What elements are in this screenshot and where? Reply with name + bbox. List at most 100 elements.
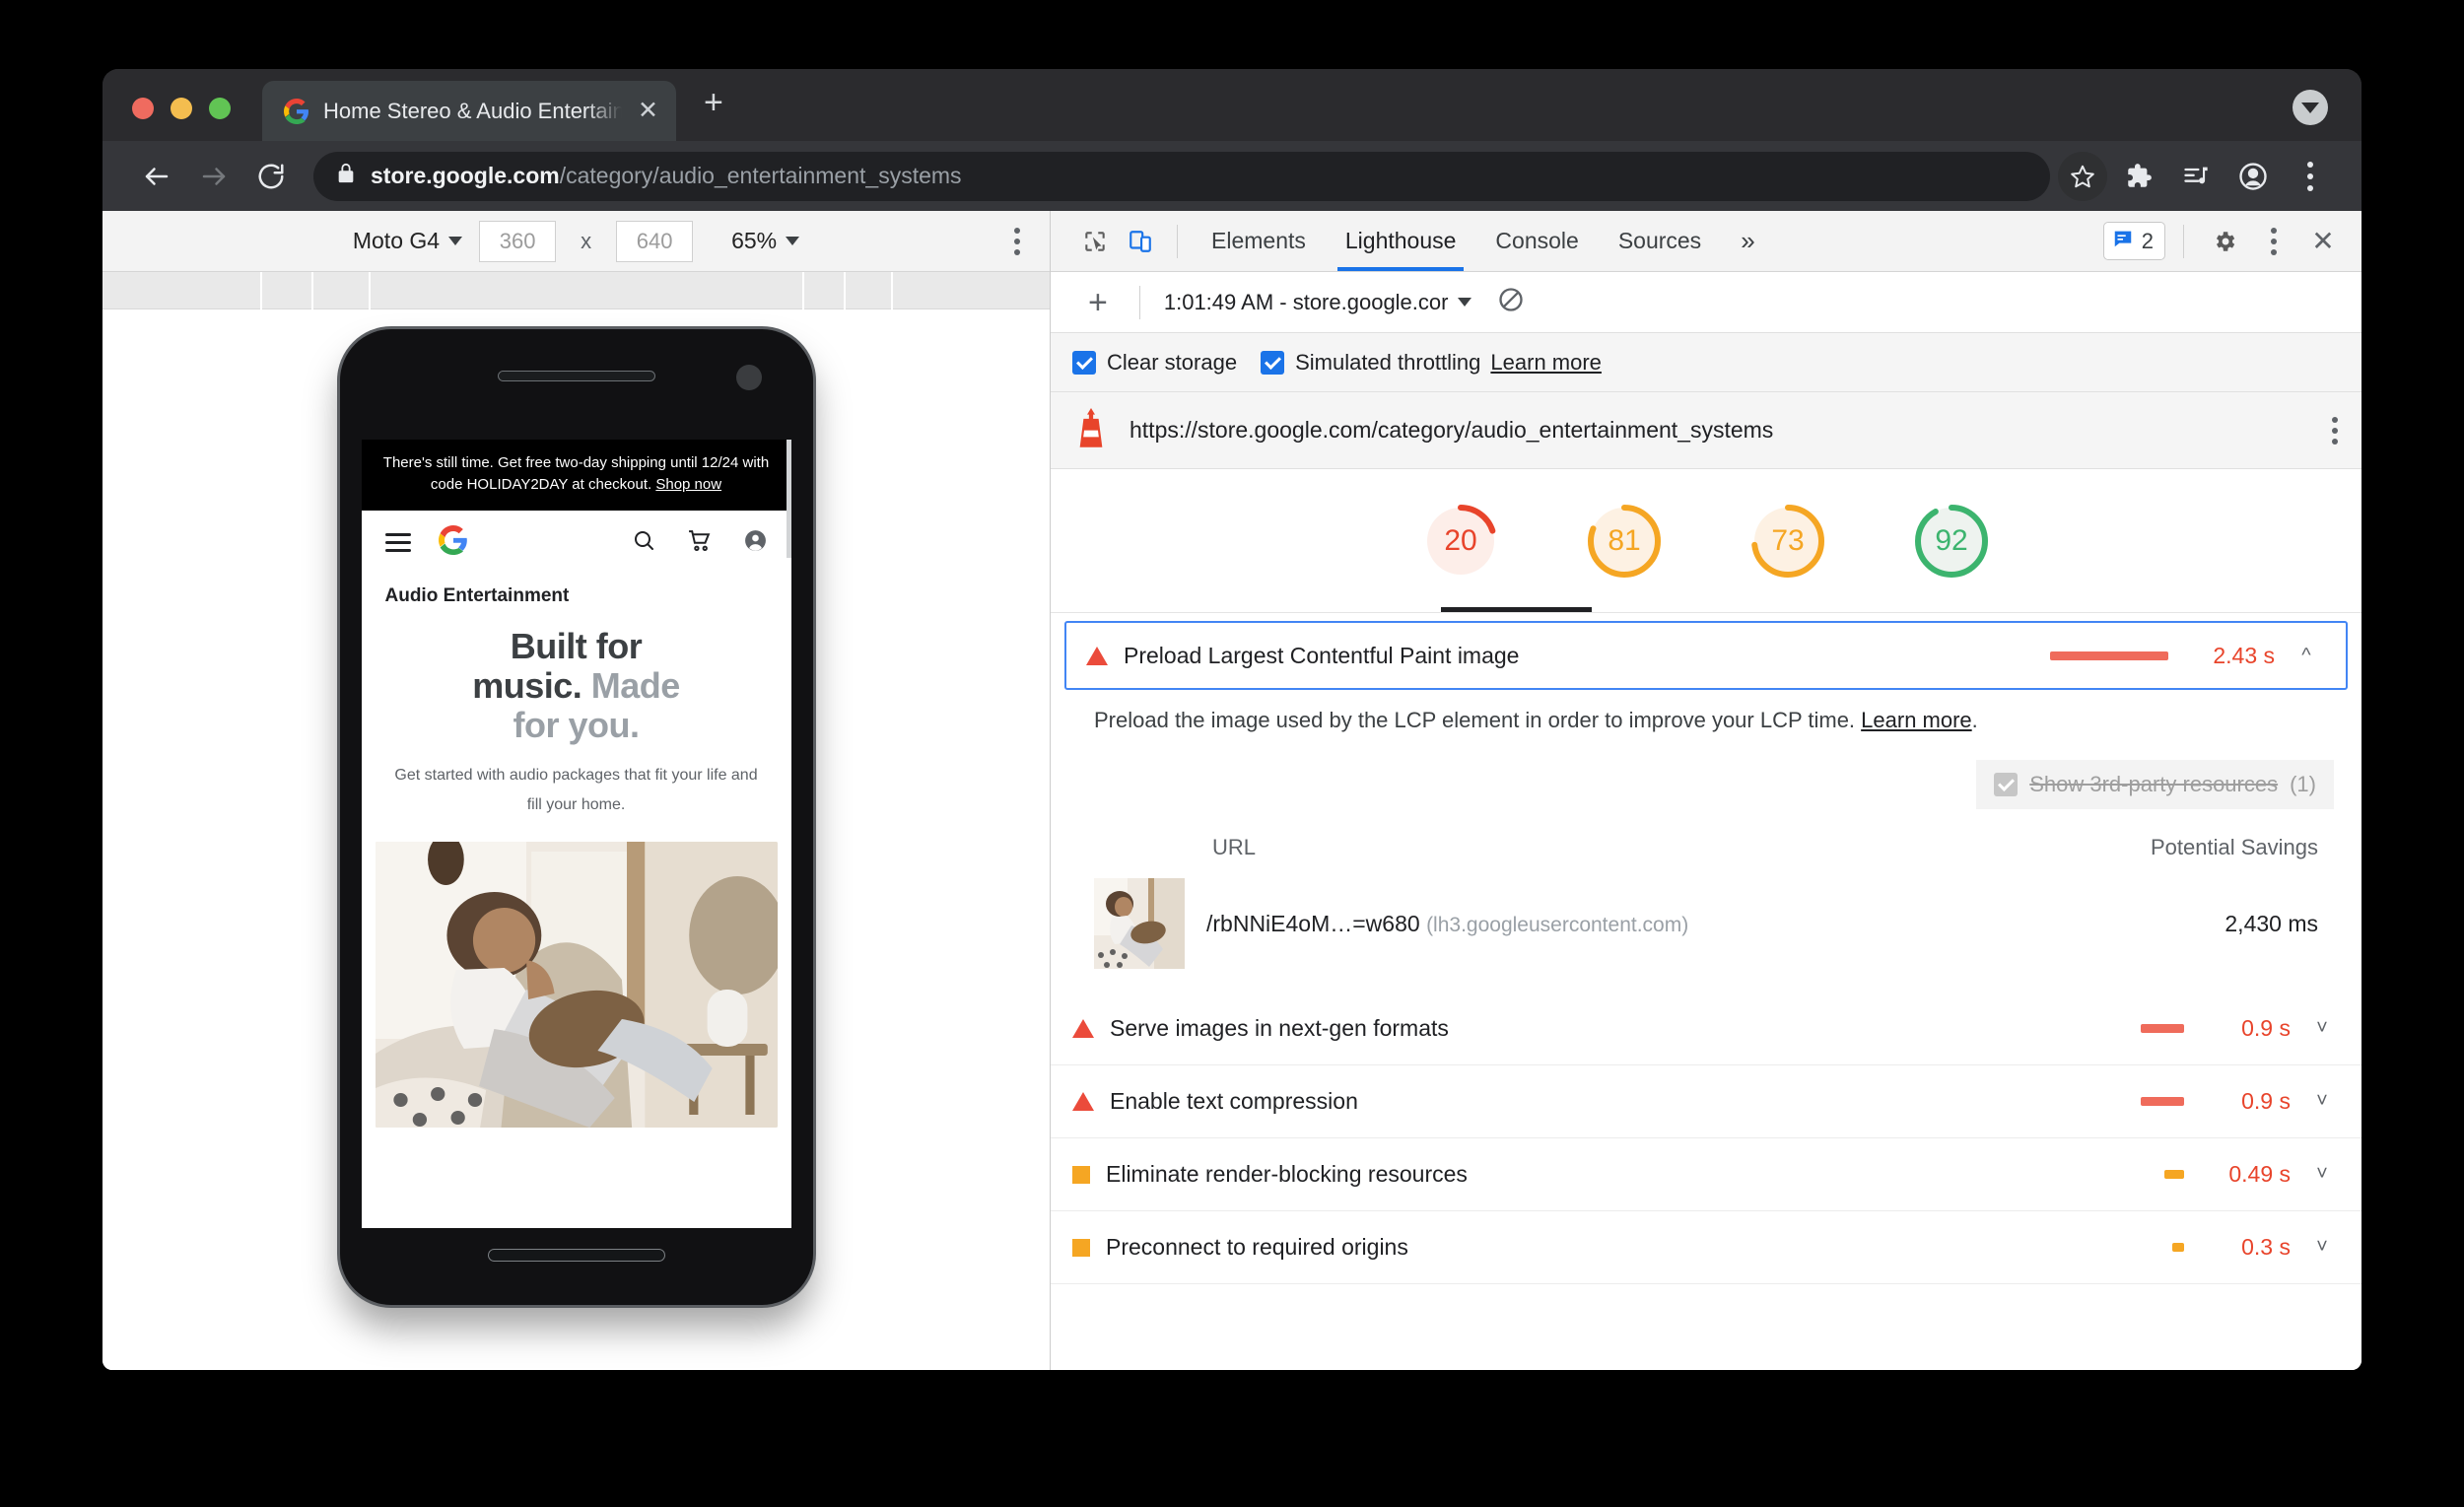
learn-more-link[interactable]: Learn more xyxy=(1490,350,1602,376)
gauge-score-best-practices: 73 xyxy=(1771,523,1805,557)
three-dot-menu-icon[interactable] xyxy=(2285,151,2336,202)
google-logo-icon[interactable] xyxy=(438,524,468,561)
plus-icon[interactable]: + xyxy=(1070,286,1126,319)
shopping-cart-icon[interactable] xyxy=(687,528,712,558)
star-icon[interactable] xyxy=(2058,151,2107,201)
chevron-down-icon[interactable]: ˅ xyxy=(2310,1163,2334,1186)
gauge-performance[interactable]: 20 xyxy=(1420,501,1501,582)
gear-icon[interactable] xyxy=(2202,219,2247,264)
audit-impact-bar xyxy=(2141,1097,2184,1106)
report-select[interactable]: 1:01:49 AM - store.google.cor xyxy=(1154,290,1472,315)
device-select[interactable]: Moto G4 xyxy=(353,228,463,254)
gauge-accessibility[interactable]: 81 xyxy=(1584,501,1665,582)
phone-camera xyxy=(735,365,762,390)
site-header xyxy=(361,510,791,576)
lighthouse-icon xyxy=(1074,408,1108,452)
hero-section: Built for music. Made for you. Get start… xyxy=(362,607,791,820)
tab-close-icon[interactable]: ✕ xyxy=(636,99,660,123)
device-toolbar-menu-icon[interactable] xyxy=(1014,227,1020,255)
third-party-toggle[interactable]: Show 3rd-party resources (1) xyxy=(1976,760,2334,809)
main-split: Moto G4 360 x 640 65% There's still time… xyxy=(103,211,2361,1370)
device-controls: Moto G4 360 x 640 65% xyxy=(353,220,800,262)
column-url: URL xyxy=(1212,835,1257,859)
audit-meta: 0.49 s ˅ xyxy=(2164,1161,2334,1188)
simulated-throttling-checkbox[interactable]: Simulated throttling xyxy=(1261,350,1480,376)
message-bubble-icon xyxy=(2112,228,2134,254)
message-count-chip[interactable]: 2 xyxy=(2102,222,2165,260)
promo-banner: There's still time. Get free two-day shi… xyxy=(361,440,791,511)
audit-meta: 0.9 s ˅ xyxy=(2141,1015,2334,1042)
resource-savings: 2,430 ms xyxy=(2224,910,2318,936)
resource-url[interactable]: /rbNNiE4oM…=w680 (lh3.googleusercontent.… xyxy=(1206,911,1688,937)
browser-window: Home Stereo & Audio Entertain ✕ + store.… xyxy=(103,69,2361,1370)
three-dot-menu-icon[interactable] xyxy=(2251,219,2296,264)
devtools-toolbar-actions: 2 ✕ xyxy=(2102,219,2346,264)
audit-table-header: URL Potential Savings xyxy=(1094,809,2334,860)
dimension-separator: x xyxy=(581,228,592,253)
hero-heading: Built for music. Made for you. xyxy=(391,626,762,746)
three-dot-menu-icon[interactable] xyxy=(2332,416,2338,445)
audit-impact-bar xyxy=(2050,651,2168,660)
audit-row[interactable]: Preconnect to required origins 0.3 s ˅ xyxy=(1051,1211,2361,1284)
maximize-window-button[interactable] xyxy=(209,98,231,119)
address-bar[interactable]: store.google.com/category/audio_entertai… xyxy=(313,151,2050,201)
omnibox-toolbar: store.google.com/category/audio_entertai… xyxy=(103,141,2361,211)
reload-icon[interactable] xyxy=(242,148,300,205)
close-window-button[interactable] xyxy=(132,98,154,119)
close-icon[interactable]: ✕ xyxy=(2300,225,2346,257)
viewport-height-input[interactable]: 640 xyxy=(616,220,694,262)
page-scrollbar[interactable] xyxy=(786,440,791,558)
omnibox-actions xyxy=(2058,151,2336,202)
chevron-down-icon xyxy=(448,237,463,245)
more-tabs-icon[interactable]: » xyxy=(1721,211,1774,271)
audit-row[interactable]: Serve images in next-gen formats 0.9 s ˅ xyxy=(1051,993,2361,1065)
tab-elements[interactable]: Elements xyxy=(1192,211,1326,271)
tab-lighthouse[interactable]: Lighthouse xyxy=(1326,211,1476,271)
search-icon[interactable] xyxy=(632,528,655,557)
audit-list: Preload Largest Contentful Paint image 2… xyxy=(1051,613,2361,1370)
checkbox-checked-icon xyxy=(1261,350,1285,375)
severity-triangle-icon xyxy=(1072,1019,1094,1038)
forward-arrow-icon[interactable] xyxy=(185,148,242,205)
gauge-seo[interactable]: 92 xyxy=(1911,501,1992,582)
media-list-icon[interactable] xyxy=(2170,151,2222,202)
toolbar-divider xyxy=(1138,285,1140,319)
audit-learn-more-link[interactable]: Learn more xyxy=(1861,708,1972,732)
chevron-up-icon[interactable]: ^ xyxy=(2294,645,2318,667)
minimize-window-button[interactable] xyxy=(171,98,192,119)
audited-url: https://store.google.com/category/audio_… xyxy=(1129,417,1774,443)
zoom-select[interactable]: 65% xyxy=(731,228,800,254)
window-controls[interactable] xyxy=(126,98,231,141)
message-count: 2 xyxy=(2141,228,2154,253)
audit-row[interactable]: Enable text compression 0.9 s ˅ xyxy=(1051,1065,2361,1138)
tab-console[interactable]: Console xyxy=(1475,211,1598,271)
browser-tab[interactable]: Home Stereo & Audio Entertain ✕ xyxy=(262,81,676,141)
promo-link[interactable]: Shop now xyxy=(655,476,721,493)
audit-description-text: Preload the image used by the LCP elemen… xyxy=(1094,708,1862,732)
viewport-width-input[interactable]: 360 xyxy=(479,220,557,262)
chevron-down-icon[interactable]: ˅ xyxy=(2310,1017,2334,1040)
chevron-down-icon[interactable]: ˅ xyxy=(2310,1236,2334,1259)
device-toolbar-icon[interactable] xyxy=(1118,219,1163,264)
third-party-count: (1) xyxy=(2290,772,2316,796)
profile-avatar-icon[interactable] xyxy=(2227,151,2279,202)
new-tab-icon[interactable]: + xyxy=(704,86,723,119)
puzzle-piece-icon[interactable] xyxy=(2113,151,2164,202)
gauge-best-practices[interactable]: 73 xyxy=(1747,501,1828,582)
inspect-cursor-icon[interactable] xyxy=(1072,219,1118,264)
simulated-throttling-label: Simulated throttling xyxy=(1295,349,1481,375)
chevron-down-icon xyxy=(1458,298,1472,307)
chevron-down-icon[interactable]: ˅ xyxy=(2310,1090,2334,1113)
audit-row-expanded[interactable]: Preload Largest Contentful Paint image 2… xyxy=(1064,621,2348,690)
audit-row[interactable]: Eliminate render-blocking resources 0.49… xyxy=(1051,1138,2361,1211)
audit-details: Preload the image used by the LCP elemen… xyxy=(1051,690,2361,993)
account-circle-icon[interactable] xyxy=(743,528,768,558)
chevron-down-circle-icon[interactable] xyxy=(2293,90,2328,125)
tab-sources[interactable]: Sources xyxy=(1599,211,1721,271)
clear-storage-checkbox[interactable]: Clear storage xyxy=(1072,350,1237,376)
device-viewport: There's still time. Get free two-day shi… xyxy=(103,309,1050,1370)
back-arrow-icon[interactable] xyxy=(128,148,185,205)
hamburger-menu-icon[interactable] xyxy=(384,528,411,557)
audit-title: Enable text compression xyxy=(1110,1088,1358,1114)
no-entry-icon[interactable] xyxy=(1497,286,1525,318)
